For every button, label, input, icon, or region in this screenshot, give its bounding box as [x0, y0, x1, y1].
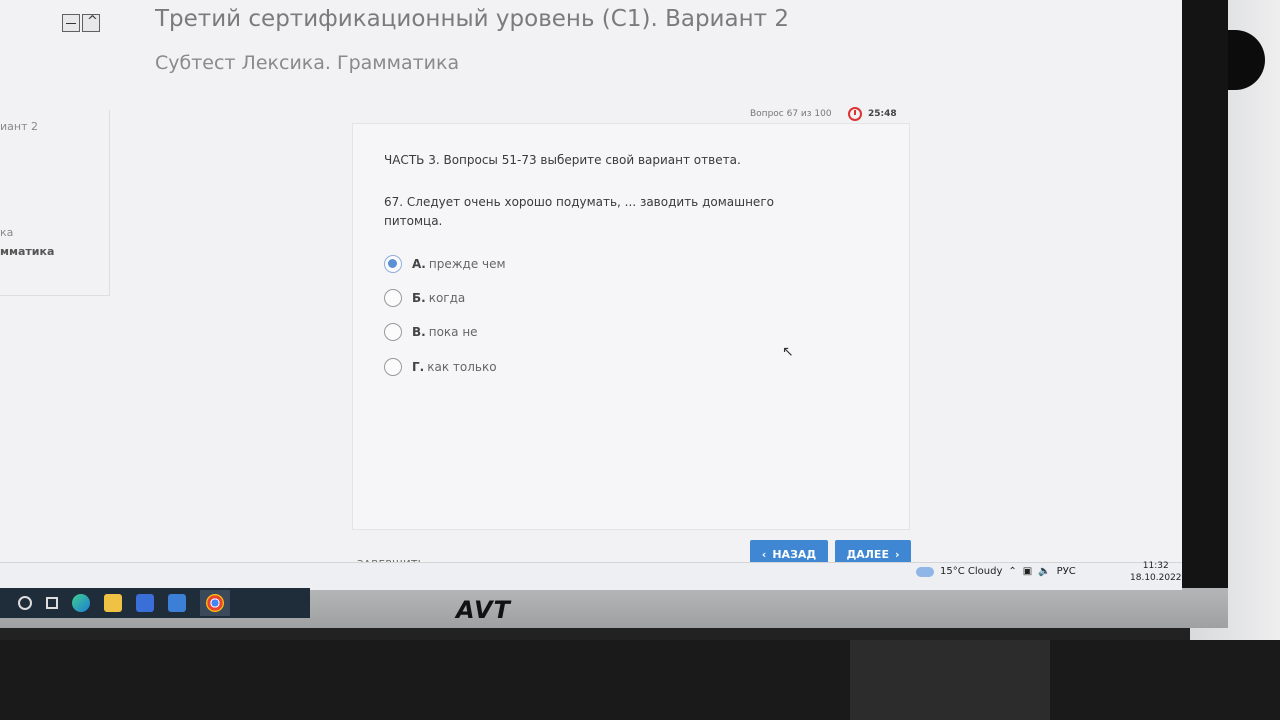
- option-label: Б. когда: [412, 291, 465, 305]
- option-letter: А.: [412, 257, 426, 271]
- monitor-brand-logo: AVT: [456, 596, 511, 624]
- option-letter: В.: [412, 325, 426, 339]
- clock-date: 18.10.2022: [1130, 573, 1182, 583]
- network-icon[interactable]: ▣: [1023, 566, 1032, 577]
- sidebar-item-grammatika[interactable]: мматика: [0, 245, 54, 258]
- back-button-label: НАЗАД: [772, 547, 817, 561]
- weather-text[interactable]: 15°C Cloudy: [940, 566, 1002, 577]
- radio-button[interactable]: [384, 358, 402, 376]
- timer: 25:48: [848, 107, 897, 121]
- page-subtitle: Субтест Лексика. Грамматика: [155, 52, 460, 74]
- radio-button[interactable]: [384, 289, 402, 307]
- next-button-label: ДАЛЕЕ: [846, 547, 889, 561]
- answer-option-a[interactable]: А. прежде чем: [384, 255, 506, 273]
- chevron-right-icon: ›: [894, 547, 900, 561]
- option-letter: Б.: [412, 291, 426, 305]
- chrome-taskbar-item[interactable]: [200, 590, 230, 616]
- store-icon[interactable]: [136, 594, 154, 612]
- timer-icon: [848, 107, 862, 121]
- clock-time: 11:32: [1142, 561, 1169, 571]
- radio-button[interactable]: [384, 255, 402, 273]
- option-label: Г. как только: [412, 360, 497, 374]
- option-text: пока не: [428, 325, 478, 339]
- option-text: прежде чем: [428, 257, 506, 271]
- timer-value: 25:48: [868, 109, 897, 119]
- radio-button[interactable]: [384, 323, 402, 341]
- part-heading: ЧАСТЬ 3. Вопросы 51-73 выберите свой вар…: [384, 153, 741, 167]
- chevron-up-icon[interactable]: ⌃: [1008, 566, 1016, 577]
- chevron-left-icon: ‹: [761, 547, 767, 561]
- window-controls: [62, 14, 100, 32]
- answer-option-v[interactable]: В. пока не: [384, 323, 478, 341]
- cloud-icon[interactable]: [916, 566, 934, 577]
- question-text: 67. Следует очень хорошо подумать, ... з…: [384, 195, 774, 228]
- system-tray: 15°C Cloudy ⌃ ▣ 🔈 РУС: [916, 566, 1076, 577]
- sidebar: иант 2 ка мматика: [0, 110, 110, 296]
- question-counter: Вопрос 67 из 100: [750, 109, 832, 119]
- answer-option-b[interactable]: Б. когда: [384, 289, 465, 307]
- task-view-icon[interactable]: [46, 597, 58, 609]
- sidebar-item-variant[interactable]: иант 2: [0, 120, 38, 133]
- option-text: когда: [428, 291, 466, 305]
- page-title: Третий сертификационный уровень (С1). Ва…: [155, 6, 789, 32]
- answer-option-g[interactable]: Г. как только: [384, 358, 497, 376]
- option-label: А. прежде чем: [412, 257, 506, 271]
- screen: Третий сертификационный уровень (С1). Ва…: [0, 0, 1182, 590]
- minimize-icon[interactable]: [62, 14, 80, 32]
- clock[interactable]: 11:32 18.10.2022: [1130, 560, 1182, 584]
- edge-icon[interactable]: [72, 594, 90, 612]
- search-icon[interactable]: [18, 596, 32, 610]
- option-label: В. пока не: [412, 325, 478, 339]
- option-letter: Г.: [412, 360, 425, 374]
- option-text: как только: [427, 360, 497, 374]
- mail-icon[interactable]: [168, 594, 186, 612]
- sidebar-item-lexika[interactable]: ка: [0, 226, 13, 239]
- mouse-cursor-icon: ↖: [782, 344, 794, 360]
- monitor-stand: [850, 640, 1050, 720]
- collapse-icon[interactable]: [82, 14, 100, 32]
- desk: [0, 640, 1280, 720]
- language-indicator[interactable]: РУС: [1057, 566, 1076, 577]
- windows-taskbar: [0, 588, 310, 618]
- folder-icon[interactable]: [104, 594, 122, 612]
- volume-icon[interactable]: 🔈: [1038, 566, 1050, 577]
- chrome-icon: [206, 594, 224, 612]
